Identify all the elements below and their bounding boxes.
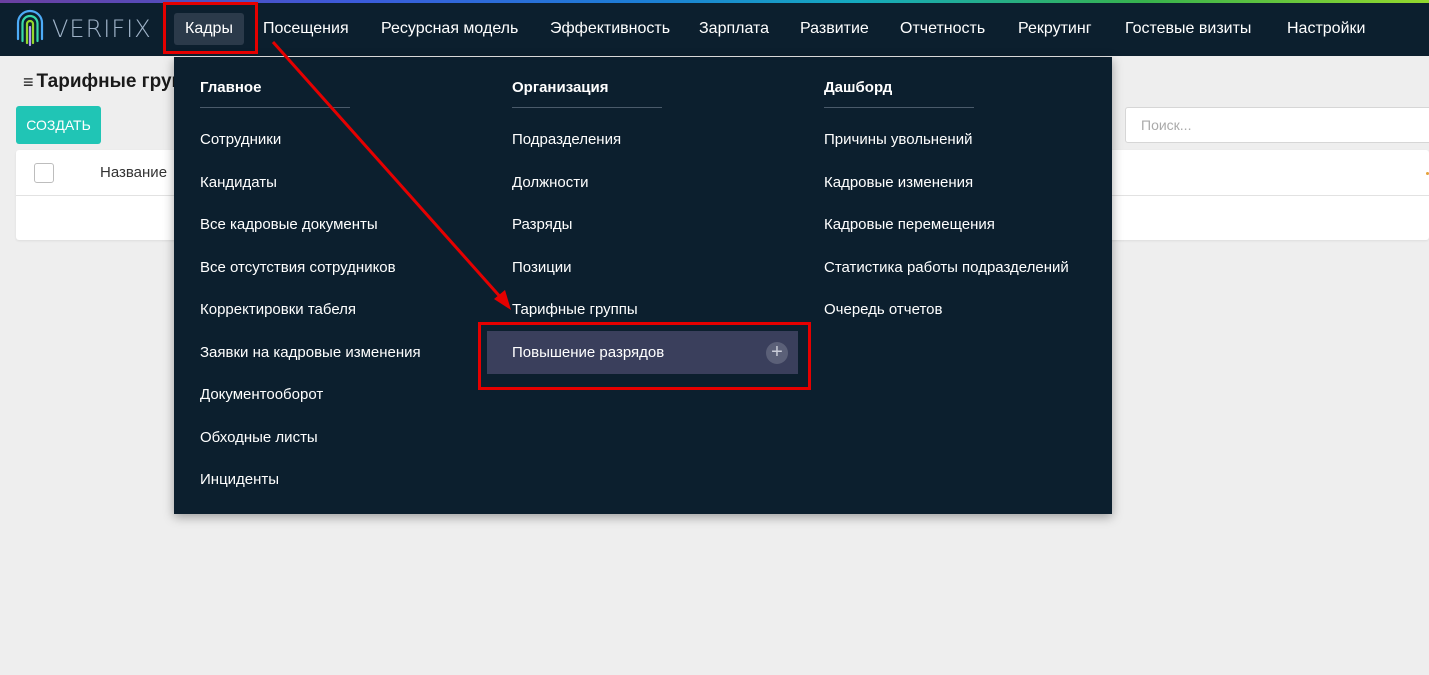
annotation-arrow-icon: [271, 41, 511, 310]
